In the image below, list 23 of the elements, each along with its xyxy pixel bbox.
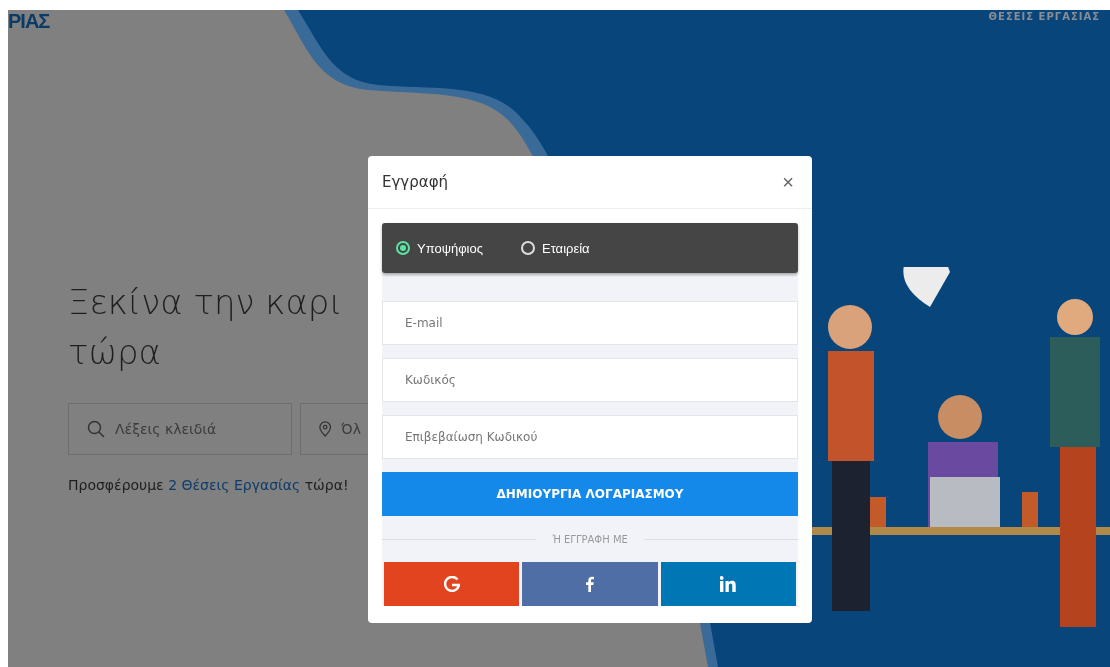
linkedin-signup-button[interactable] xyxy=(660,562,796,606)
keyword-search-field[interactable]: Λέξεις κλειδιά xyxy=(68,403,292,455)
nav-link[interactable]: ΘΕΣΕΙΣ ΕΡΓΑΣΙΑΣ xyxy=(988,11,1100,22)
account-type-radio[interactable]: Υποψήφιος xyxy=(396,240,483,256)
google-g-icon xyxy=(443,576,460,592)
divider-label: Ή ΕΓΓΡΑΦΗ ΜΕ xyxy=(552,533,628,545)
input-field[interactable]: Επιβεβαίωση Κωδικού xyxy=(382,415,798,459)
create-account-button[interactable]: ΔΗΜΙΟΥΡΓΙΑ ΛΟΓΑΡΙΑΣΜΟΥ xyxy=(382,472,798,516)
search-icon xyxy=(87,420,105,438)
google-signup-button[interactable] xyxy=(384,562,520,606)
dialog-title: Εγγραφή xyxy=(382,173,449,191)
hero-heading: Ξεκίνα την καρι xyxy=(68,281,343,324)
jobs-link[interactable]: 2 Θέσεις Εργασίας xyxy=(168,477,301,493)
hero-heading: τώρα xyxy=(68,331,161,374)
close-button[interactable]: × xyxy=(780,170,796,194)
location-pin-icon xyxy=(319,420,332,438)
job-offer-text: Προσφέρουμε 2 Θέσεις Εργασίας τώρα! xyxy=(68,477,350,493)
input-field[interactable]: Κωδικός xyxy=(382,358,798,402)
facebook-f-icon xyxy=(585,576,595,592)
account-type-radio[interactable]: Εταιρεία xyxy=(521,240,590,256)
site-logo[interactable]: ΡΙΑΣ xyxy=(8,10,50,32)
input-field[interactable]: E-mail xyxy=(382,301,798,345)
linkedin-in-icon xyxy=(719,576,737,592)
